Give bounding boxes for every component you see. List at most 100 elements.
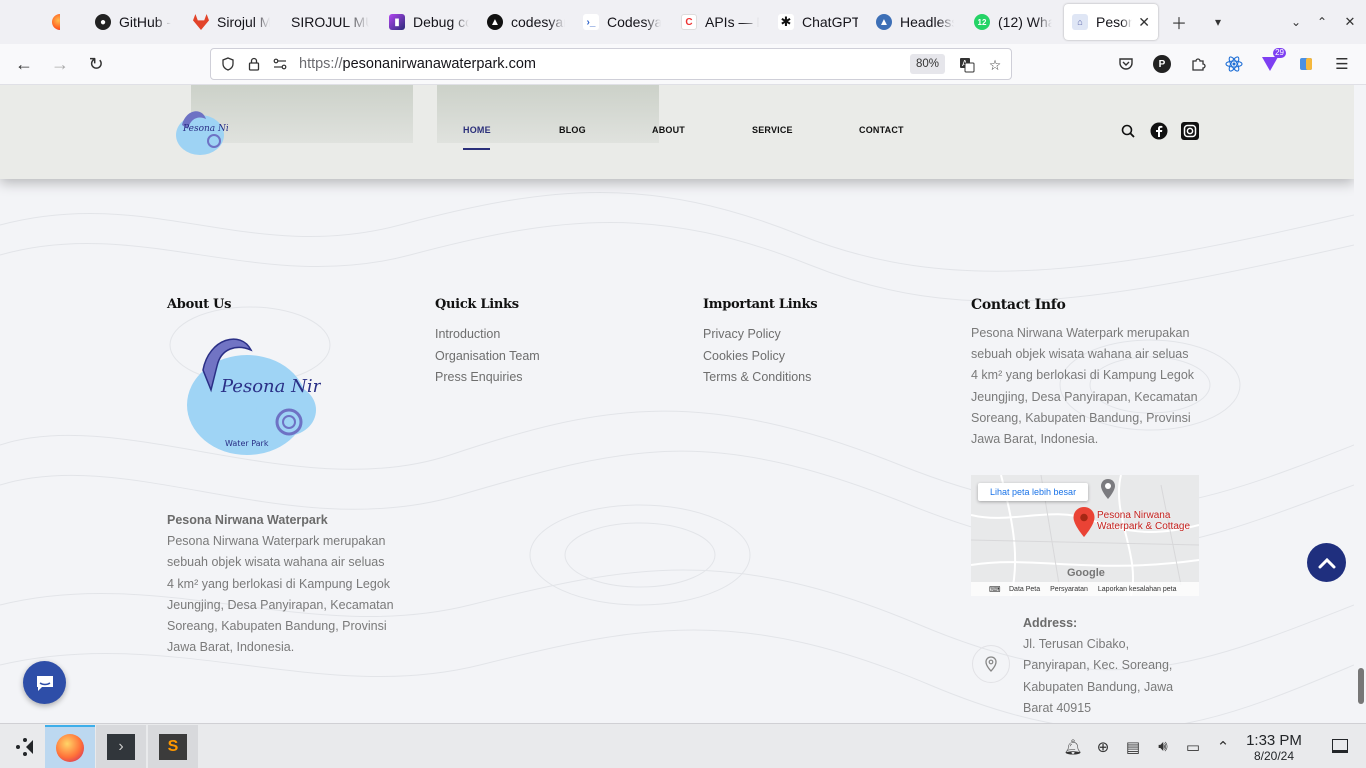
footer-quick-links-column: Quick Links Introduction Organisation Te… bbox=[435, 297, 675, 389]
menu-service[interactable]: SERVICE bbox=[752, 125, 793, 135]
site-permissions-icon[interactable] bbox=[267, 58, 293, 70]
menu-contact[interactable]: CONTACT bbox=[859, 125, 904, 135]
notifications-bell-icon[interactable]: 🔔︎ bbox=[1058, 738, 1088, 756]
google-map-embed[interactable]: Lihat peta lebih besar Pesona Nirwana Wa… bbox=[971, 475, 1199, 596]
tab-chatgpt[interactable]: ✱ ChatGPT bbox=[770, 0, 866, 44]
contact-line: 4 km² yang berlokasi di Kampung Legok bbox=[971, 368, 1195, 383]
chat-bubble-icon bbox=[36, 675, 53, 691]
hamburger-menu-icon[interactable]: ☰ bbox=[1328, 50, 1356, 78]
menu-about[interactable]: ABOUT bbox=[652, 125, 685, 135]
scrollbar-thumb[interactable] bbox=[1358, 668, 1364, 704]
tab-codesyar[interactable]: ▲ codesyar bbox=[479, 0, 573, 44]
extension-badge-icon[interactable]: 29 bbox=[1256, 48, 1286, 78]
clock-date: 8/20/24 bbox=[1253, 749, 1295, 763]
page-viewport: Pesona Nirwana HOME BLOG ABOUT SERVICE C… bbox=[0, 85, 1354, 723]
taskbar-firefox[interactable] bbox=[45, 725, 95, 768]
tab-codesyar-2[interactable]: ›_ Codesyar bbox=[575, 0, 669, 44]
reload-button[interactable]: ↻ bbox=[80, 48, 112, 80]
link-terms-conditions[interactable]: Terms & Conditions bbox=[703, 367, 943, 389]
github-icon: ● bbox=[95, 14, 111, 30]
firefox-icon bbox=[52, 14, 60, 30]
firefox-icon bbox=[56, 734, 84, 762]
clock[interactable]: 1:33 PM 8/20/24 bbox=[1243, 732, 1305, 763]
map-data-link[interactable]: Data Peta bbox=[1009, 586, 1040, 593]
link-introduction[interactable]: Introduction bbox=[435, 324, 675, 346]
map-pin-label-line: Waterpark & Cottage bbox=[1097, 521, 1191, 532]
headless-icon: ▲ bbox=[876, 14, 892, 30]
taskbar-terminal[interactable]: › bbox=[96, 725, 146, 768]
search-icon[interactable] bbox=[1119, 122, 1137, 140]
tab-apis[interactable]: C APIs — N bbox=[673, 0, 767, 44]
maximize-window-button[interactable]: ⌃ bbox=[1308, 8, 1336, 36]
close-tab-icon[interactable]: ✕ bbox=[1138, 14, 1150, 31]
address-block: Address: Jl. Terusan Cibako, Panyirapan,… bbox=[1023, 613, 1203, 719]
shield-icon[interactable] bbox=[215, 57, 241, 71]
list-all-tabs-button[interactable]: ▾ bbox=[1204, 8, 1232, 36]
site-logo[interactable]: Pesona Nirwana bbox=[172, 103, 228, 159]
translate-icon[interactable]: A bbox=[957, 55, 977, 75]
react-devtools-icon[interactable] bbox=[1220, 50, 1248, 78]
footer-logo-text: Pesona Nirwana bbox=[220, 376, 321, 397]
tray-expand-chevron-icon[interactable]: ⌃ bbox=[1208, 738, 1238, 756]
logo-text: Pesona Nirwana bbox=[182, 124, 228, 134]
sidebar-extension-icon[interactable] bbox=[1292, 50, 1320, 78]
page-scrollbar[interactable] bbox=[1354, 85, 1366, 723]
tab-sirojul[interactable]: SIROJUL MU bbox=[283, 0, 377, 44]
map-report-link[interactable]: Laporkan kesalahan peta bbox=[1098, 586, 1177, 593]
tab-firefox-view[interactable] bbox=[0, 0, 60, 44]
menu-home[interactable]: HOME bbox=[463, 125, 491, 135]
lock-icon[interactable] bbox=[241, 57, 267, 71]
about-heading: About Us bbox=[167, 297, 232, 312]
tab-headless[interactable]: ▲ Headless bbox=[868, 0, 962, 44]
tab-gitlab[interactable]: Sirojul M bbox=[185, 0, 278, 44]
clipboard-icon[interactable]: ▤ bbox=[1118, 738, 1148, 756]
pocket-icon[interactable] bbox=[1112, 50, 1140, 78]
link-privacy-policy[interactable]: Privacy Policy bbox=[703, 324, 943, 346]
profile-p-icon[interactable]: P bbox=[1148, 50, 1176, 78]
toolbar-extensions: P 29 ☰ bbox=[1112, 48, 1356, 80]
extensions-puzzle-icon[interactable] bbox=[1184, 50, 1212, 78]
tab-debug[interactable]: ▮ Debug co bbox=[381, 0, 477, 44]
url-bar[interactable]: https:// pesonanirwanawaterpark.com 80% … bbox=[210, 48, 1012, 80]
forward-button[interactable]: → bbox=[44, 48, 76, 80]
map-location-pin-icon[interactable] bbox=[1073, 507, 1095, 537]
back-button[interactable]: ← bbox=[8, 48, 40, 80]
close-window-button[interactable]: ✕ bbox=[1336, 8, 1364, 36]
zoom-level-button[interactable]: 80% bbox=[909, 54, 945, 74]
footer-about-column: About Us Pesona Nirwana Water Park Peson… bbox=[167, 297, 407, 658]
chat-widget-button[interactable] bbox=[23, 661, 66, 704]
url-protocol: https:// bbox=[299, 56, 343, 72]
chevron-up-icon bbox=[1318, 557, 1335, 568]
about-line: Soreang, Kabupaten Bandung, Provinsi bbox=[167, 619, 387, 634]
minimize-window-button[interactable]: ⌄ bbox=[1282, 8, 1310, 36]
about-description: Pesona Nirwana Waterpark Pesona Nirwana … bbox=[167, 510, 407, 658]
application-launcher-button[interactable] bbox=[0, 725, 50, 768]
facebook-icon[interactable] bbox=[1150, 122, 1168, 140]
volume-icon[interactable]: 🔊︎ bbox=[1148, 738, 1178, 755]
taskbar-sublime[interactable]: S bbox=[148, 725, 198, 768]
link-press-enquiries[interactable]: Press Enquiries bbox=[435, 367, 675, 389]
back-to-top-button[interactable] bbox=[1307, 543, 1346, 582]
menu-blog[interactable]: BLOG bbox=[559, 125, 586, 135]
tab-github[interactable]: ● GitHub - bbox=[87, 0, 189, 44]
about-line: sebuah objek wisata wahana air seluas bbox=[167, 555, 385, 570]
bookmark-star-icon[interactable]: ☆ bbox=[985, 55, 1005, 75]
contact-line: sebuah objek wisata wahana air seluas bbox=[971, 347, 1189, 362]
updates-icon[interactable]: ⊕ bbox=[1088, 738, 1118, 756]
tab-pesona[interactable]: ⌂ Pesona ✕ bbox=[1064, 4, 1158, 40]
link-cookies-policy[interactable]: Cookies Policy bbox=[703, 346, 943, 368]
show-desktop-button[interactable] bbox=[1332, 739, 1348, 753]
footer-logo: Pesona Nirwana Water Park bbox=[187, 338, 370, 455]
url-host: pesonanirwanawaterpark.com bbox=[342, 56, 536, 72]
footer-logo-subtext: Water Park bbox=[225, 439, 269, 448]
instagram-icon[interactable] bbox=[1181, 122, 1199, 140]
view-larger-map-link[interactable]: Lihat peta lebih besar bbox=[978, 483, 1089, 501]
tab-title: Debug co bbox=[413, 14, 469, 30]
tab-whatsapp[interactable]: 12 (12) Wha bbox=[966, 0, 1060, 44]
address-label: Address: bbox=[1023, 616, 1078, 630]
link-organisation-team[interactable]: Organisation Team bbox=[435, 346, 675, 368]
network-icon[interactable]: ▭ bbox=[1178, 738, 1208, 756]
keyboard-icon[interactable]: ⌨ bbox=[989, 585, 1001, 594]
new-tab-button[interactable]: ＋ bbox=[1165, 8, 1193, 36]
map-terms-link[interactable]: Persyaratan bbox=[1050, 586, 1088, 593]
